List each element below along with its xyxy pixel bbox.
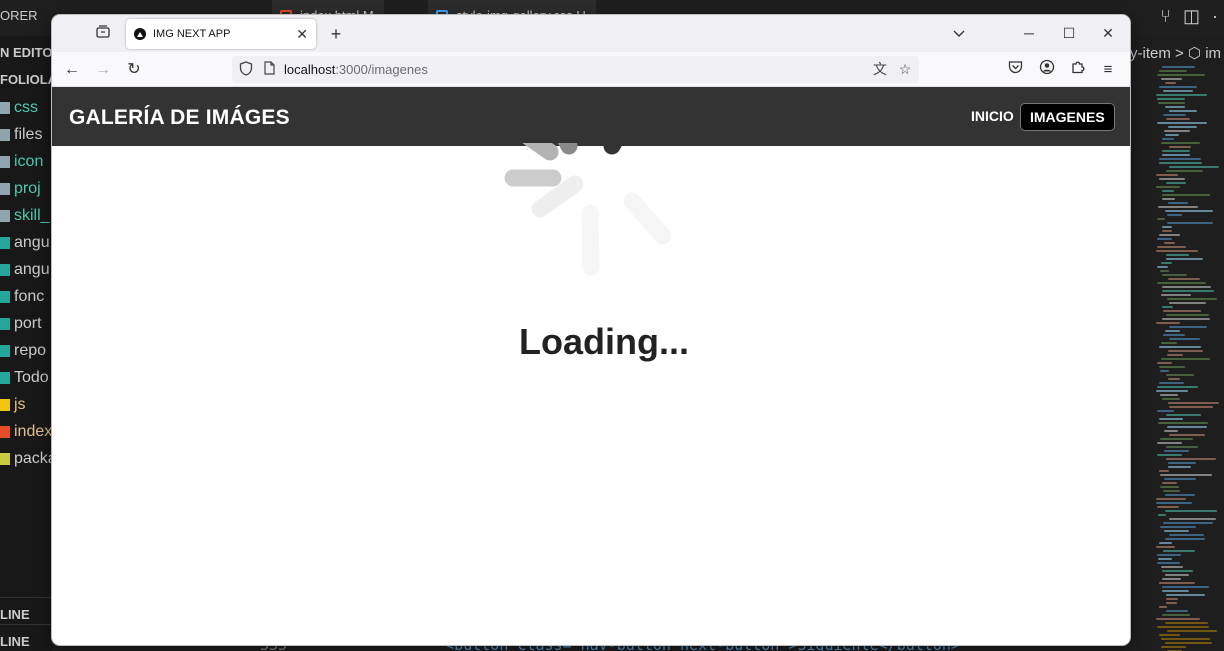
explorer-title: ORER [0,8,38,23]
explorer-item-label: Todo [14,369,49,386]
js-file-icon [0,399,10,411]
image-file-icon [0,237,10,249]
tab-bar: IMG NEXT APP ✕ + ─ ☐ ✕ [52,15,1130,52]
loading-text: Loading... [519,321,689,362]
forward-arrow-icon[interactable]: → [92,59,114,81]
tracking-protection-shield-icon[interactable] [238,61,254,77]
url-bar[interactable]: localhost:3000/imagenes 文 ☆ [232,56,919,83]
html-file-icon [0,426,10,438]
tab-title: IMG NEXT APP [153,28,231,40]
url-path: :3000/imagenes [335,62,428,77]
folder-icon [0,210,10,222]
explorer-item-label: skill_ [14,207,50,224]
nav-link-inicio[interactable]: INICIO [971,108,1014,124]
image-file-icon [0,264,10,276]
open-editors-section[interactable]: N EDITOR [0,45,52,60]
explorer-item-label: proj [14,180,41,197]
back-arrow-icon[interactable]: ← [61,59,83,81]
url-host: localhost [284,62,336,77]
breadcrumb[interactable]: y-item > ⬡ im [1130,44,1221,62]
image-file-icon [0,318,10,330]
outline-section[interactable]: LINE [0,607,30,622]
explorer-item-label: index [14,423,52,440]
explorer-item[interactable]: js [0,396,26,414]
explorer-item-label: js [14,396,26,413]
bookmark-star-icon[interactable]: ☆ [897,61,913,77]
explorer-item[interactable]: Todo [0,369,49,387]
explorer-item[interactable]: icon [0,153,43,171]
browser-window: IMG NEXT APP ✕ + ─ ☐ ✕ ← → ↻ localhost:3… [52,15,1130,645]
explorer-item[interactable]: port [0,315,42,333]
image-file-icon [0,345,10,357]
editor-right-area: y-item > ⬡ im [1130,36,1224,651]
web-page: GALERÍA DE IMÁGES INICIO IMAGENES Loadin… [52,87,1130,645]
explorer-item[interactable]: angu [0,261,50,279]
close-window-icon[interactable]: ✕ [1097,23,1119,43]
folder-icon [0,129,10,141]
source-control-icon[interactable]: ⑂ [1160,6,1171,27]
nav-link-imagenes[interactable]: IMAGENES [1021,104,1114,130]
explorer-sidebar: N EDITOR FOLIOLA css files icon proj skill_a… [0,36,52,651]
maximize-icon[interactable]: ☐ [1058,23,1080,43]
explorer-item-label: files [14,126,43,143]
more-actions-icon[interactable]: · [1212,6,1218,27]
hamburger-menu-icon[interactable]: ≡ [1097,59,1119,81]
browser-tab-active[interactable]: IMG NEXT APP ✕ [126,19,316,49]
explorer-item[interactable]: proj [0,180,41,198]
spinner-bar [623,192,672,245]
explorer-item-label: angu [14,234,50,251]
explorer-item-label: fonc [14,288,45,305]
explorer-item[interactable]: fonc [0,288,44,306]
page-info-icon[interactable] [261,61,277,77]
folder-section[interactable]: FOLIOLA [0,72,52,87]
editor-actions: ⑂ ◫ · [1160,6,1218,27]
timeline-section[interactable]: LINE [0,634,30,649]
extensions-puzzle-icon[interactable] [1067,59,1089,81]
nextjs-favicon-icon [134,28,146,40]
list-all-tabs-icon[interactable] [948,23,970,43]
spinner-bar [531,175,584,218]
explorer-item[interactable]: skill_ [0,207,50,225]
explorer-item-label: angu [14,261,50,278]
json-file-icon [0,453,10,465]
image-file-icon [0,372,10,384]
folder-icon [0,183,10,195]
url-text[interactable]: localhost:3000/imagenes [284,62,428,77]
minimize-icon[interactable]: ─ [1018,23,1040,43]
image-file-icon [0,291,10,303]
folder-icon [0,156,10,168]
spinner-bar [581,204,600,276]
minimap[interactable] [1156,66,1224,651]
spinner-bar [603,143,624,155]
spinner-bar [522,143,559,161]
explorer-item[interactable]: files [0,126,42,144]
explorer-item[interactable]: repo [0,342,46,360]
reload-icon[interactable]: ↻ [123,59,145,81]
explorer-item-label: packa [14,450,52,467]
explorer-item-label: repo [14,342,47,359]
new-tab-button[interactable]: + [326,24,346,44]
explorer-item[interactable]: index [0,423,52,441]
explorer-item-label: icon [14,153,44,170]
split-editor-icon[interactable]: ◫ [1183,6,1200,27]
explorer-item-label: port [14,315,42,332]
site-title: GALERÍA DE IMÁGES [69,106,290,129]
account-icon[interactable] [1036,59,1058,81]
explorer-item[interactable]: angu [0,234,50,252]
navigation-toolbar: ← → ↻ localhost:3000/imagenes 文 ☆ ≡ [52,52,1130,87]
explorer-item-label: css [14,99,38,116]
explorer-item[interactable]: css [0,99,38,117]
translate-icon[interactable]: 文 [872,61,888,77]
tab-list-icon[interactable] [92,24,114,44]
close-tab-icon[interactable]: ✕ [296,26,308,43]
explorer-item[interactable]: packa [0,450,52,468]
site-header: GALERÍA DE IMÁGES INICIO IMAGENES [52,87,1130,146]
pocket-icon[interactable] [1004,59,1026,81]
folder-icon [0,102,10,114]
